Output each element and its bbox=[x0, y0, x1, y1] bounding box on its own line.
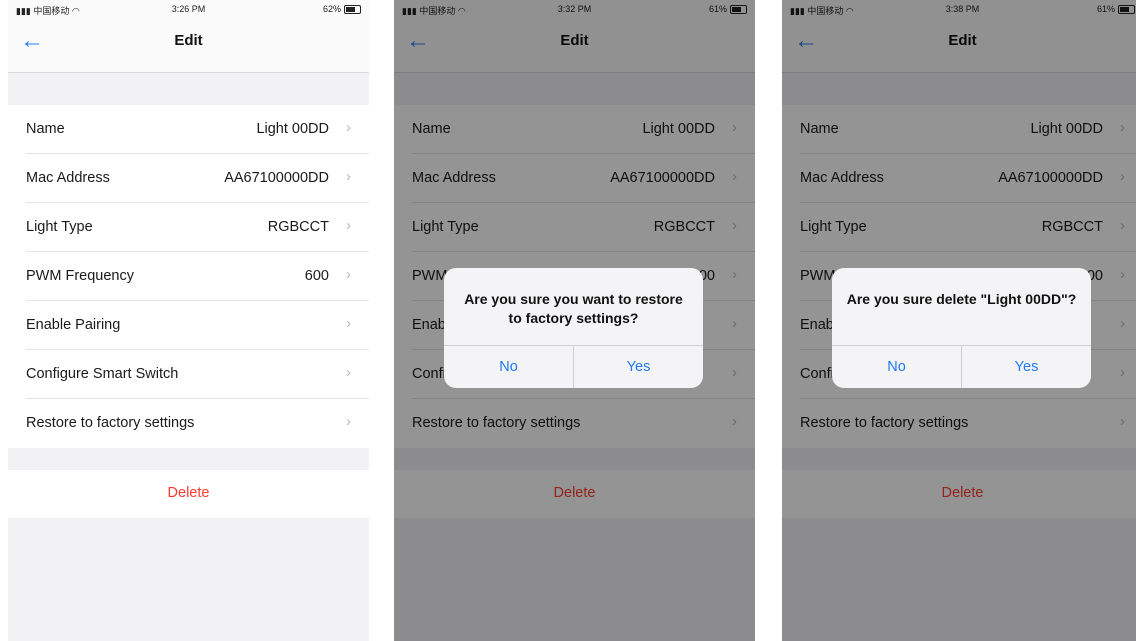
row-value: AA67100000DD bbox=[224, 170, 329, 186]
row-configure-smart-switch[interactable]: Configure Smart Switch › bbox=[8, 350, 369, 399]
row-label: Light Type bbox=[26, 219, 93, 235]
phone-screen-restore-dialog: ▮▮▮ 中国移动 ◠ 3:32 PM 61% ← Edit Name Light… bbox=[394, 0, 755, 641]
row-label: Enable Pairing bbox=[26, 317, 121, 333]
nav-bar: ← Edit bbox=[8, 18, 369, 73]
settings-list: Name Light 00DD › Mac Address AA67100000… bbox=[8, 105, 369, 448]
row-label: Configure Smart Switch bbox=[26, 366, 179, 382]
row-restore-factory[interactable]: Restore to factory settings › bbox=[8, 399, 369, 448]
row-label: Name bbox=[26, 121, 65, 137]
chevron-right-icon: › bbox=[346, 119, 351, 136]
row-pwm-frequency[interactable]: PWM Frequency 600 › bbox=[8, 252, 369, 301]
row-value: Light 00DD bbox=[256, 121, 329, 137]
confirm-restore-alert: Are you sure you want to restore to fact… bbox=[444, 268, 703, 388]
row-light-type[interactable]: Light Type RGBCCT › bbox=[8, 203, 369, 252]
row-label: PWM Frequency bbox=[26, 268, 134, 284]
chevron-right-icon: › bbox=[346, 413, 351, 430]
chevron-right-icon: › bbox=[346, 364, 351, 381]
battery-status: 62% bbox=[323, 4, 361, 14]
status-bar: ▮▮▮ 中国移动 ◠ 3:26 PM 62% bbox=[8, 0, 369, 18]
row-enable-pairing[interactable]: Enable Pairing › bbox=[8, 301, 369, 350]
confirm-delete-alert: Are you sure delete "Light 00DD"? No Yes bbox=[832, 268, 1091, 388]
row-label: Restore to factory settings bbox=[26, 415, 195, 431]
no-button[interactable]: No bbox=[832, 346, 961, 388]
phone-screen-edit: ▮▮▮ 中国移动 ◠ 3:26 PM 62% ← Edit Name Light… bbox=[8, 0, 369, 641]
status-time: 3:26 PM bbox=[171, 4, 206, 14]
alert-message: Are you sure delete "Light 00DD"? bbox=[846, 291, 1077, 307]
alert-message: Are you sure you want to restore to fact… bbox=[464, 291, 683, 326]
battery-icon bbox=[344, 4, 361, 14]
yes-button[interactable]: Yes bbox=[573, 346, 703, 388]
row-mac-address[interactable]: Mac Address AA67100000DD › bbox=[8, 154, 369, 203]
chevron-right-icon: › bbox=[346, 168, 351, 185]
row-name[interactable]: Name Light 00DD › bbox=[8, 105, 369, 154]
yes-button[interactable]: Yes bbox=[961, 346, 1091, 388]
page-title: Edit bbox=[174, 32, 203, 49]
row-value: 600 bbox=[304, 268, 329, 284]
chevron-right-icon: › bbox=[346, 315, 351, 332]
alert-buttons: No Yes bbox=[444, 345, 703, 388]
no-button[interactable]: No bbox=[444, 346, 573, 388]
delete-button[interactable]: Delete bbox=[8, 470, 369, 518]
chevron-right-icon: › bbox=[346, 266, 351, 283]
row-value: RGBCCT bbox=[267, 219, 329, 235]
chevron-right-icon: › bbox=[346, 217, 351, 234]
row-label: Mac Address bbox=[26, 170, 110, 186]
alert-buttons: No Yes bbox=[832, 345, 1091, 388]
delete-label: Delete bbox=[167, 485, 210, 501]
phone-screen-delete-dialog: ▮▮▮ 中国移动 ◠ 3:38 PM 61% ← Edit Name Light… bbox=[782, 0, 1136, 641]
